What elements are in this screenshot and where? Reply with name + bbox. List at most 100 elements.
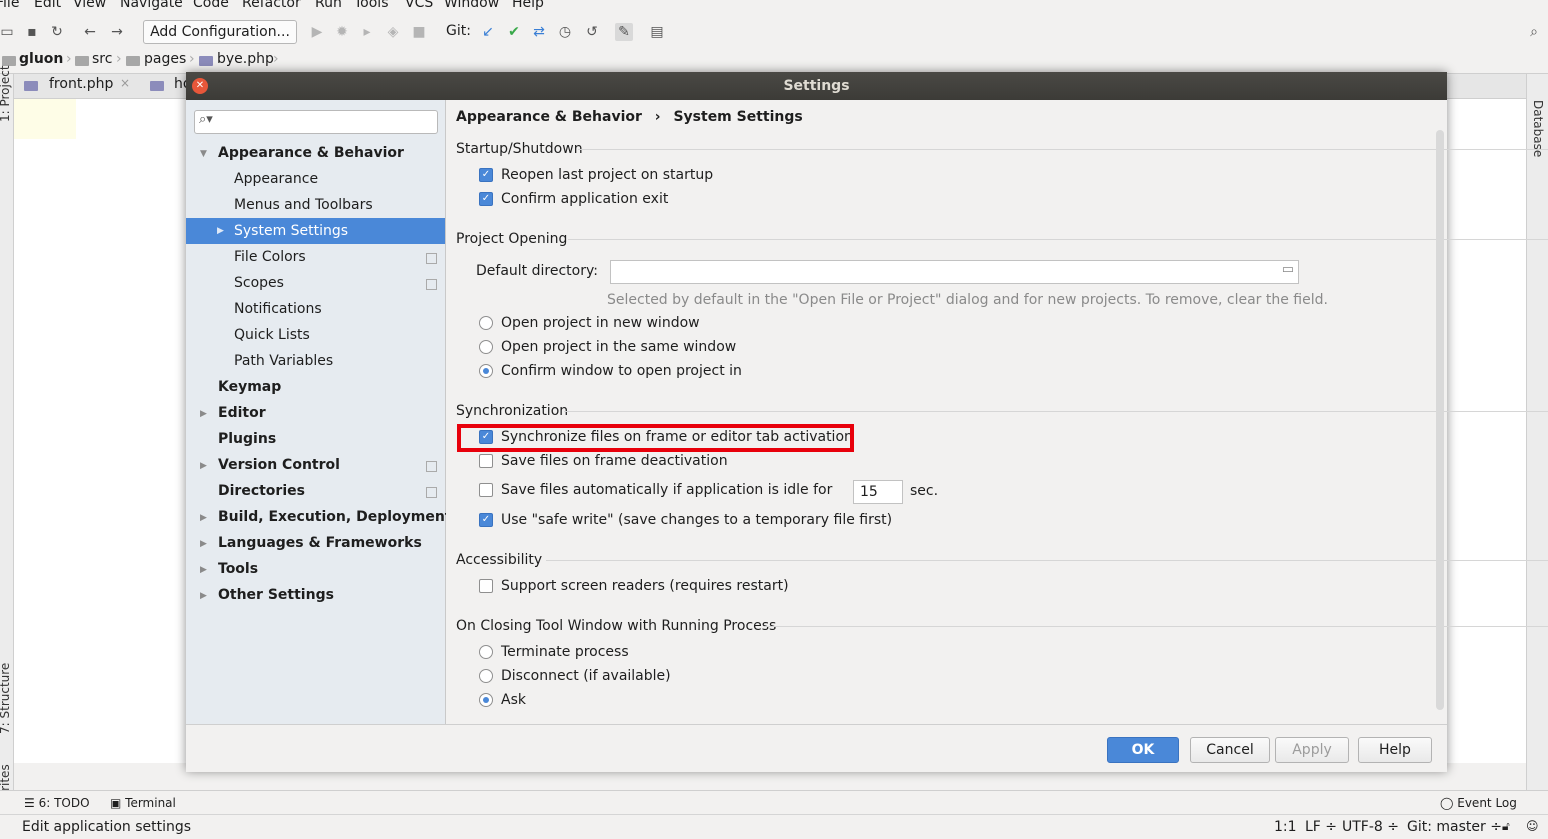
menu-file[interactable]: File (0, 0, 19, 11)
tree-keymap[interactable]: Keymap (186, 374, 445, 400)
menu-tools[interactable]: Tools (354, 0, 389, 11)
settings-search-input[interactable]: ⌕▾ (194, 110, 438, 134)
content-scrollbar[interactable] (1436, 130, 1444, 710)
tree-quick-lists[interactable]: Quick Lists (186, 322, 445, 348)
structure-panel-tab[interactable]: 7: Structure (0, 663, 12, 734)
back-icon[interactable]: ← (81, 23, 99, 41)
ask-label: Ask (501, 692, 526, 708)
lock-icon[interactable]: 🔓︎ (1502, 819, 1510, 834)
tree-path-variables[interactable]: Path Variables (186, 348, 445, 374)
checkbox-unchecked-icon (479, 483, 493, 497)
tree-other-settings[interactable]: Other Settings (186, 582, 445, 608)
close-icon[interactable]: × (120, 76, 130, 90)
breadcrumb-bye-php[interactable]: bye.php (217, 51, 274, 67)
add-configuration-button[interactable]: Add Configuration... (143, 20, 297, 44)
tree-system-settings[interactable]: ▶ System Settings (186, 218, 445, 244)
checkbox-checked-icon: ✓ (479, 192, 493, 206)
coverage-icon[interactable]: ▸ (358, 23, 376, 41)
project-panel-tab[interactable]: 1: Project (0, 65, 12, 122)
tree-languages-frameworks[interactable]: Languages & Frameworks (186, 530, 445, 556)
file-encoding[interactable]: UTF-8 ÷ (1342, 819, 1399, 835)
menu-help[interactable]: Help (512, 0, 544, 11)
todo-tab[interactable]: ☰ 6: TODO (24, 796, 90, 810)
debug-icon[interactable]: ✹ (333, 23, 351, 41)
checkbox-unchecked-icon (479, 579, 493, 593)
save-icon[interactable]: ▪ (23, 23, 41, 41)
editor-tab-front-php[interactable]: front.php (49, 76, 113, 92)
breadcrumb: gluon › src › pages › bye.php › (0, 47, 1548, 74)
tree-appearance-behavior[interactable]: Appearance & Behavior (186, 140, 445, 166)
stop-icon[interactable]: ■ (410, 23, 428, 41)
profile-icon[interactable]: ◈ (384, 23, 402, 41)
idle-seconds-input[interactable]: 15 (853, 480, 903, 504)
collapsed-arrow-icon[interactable]: ▶ (217, 218, 224, 244)
menu-view[interactable]: View (73, 0, 106, 11)
save-on-deactivation-label: Save files on frame deactivation (501, 453, 728, 469)
radio-unchecked-icon (479, 316, 493, 330)
tree-tools[interactable]: Tools (186, 556, 445, 582)
status-message: Edit application settings (22, 819, 192, 835)
default-directory-hint: Selected by default in the "Open File or… (607, 292, 1328, 308)
default-directory-input[interactable]: ▭ (610, 260, 1299, 284)
left-tool-strip: 1: Project 7: Structure 2: Favorites (0, 65, 14, 834)
content-breadcrumb-current: System Settings (673, 109, 803, 125)
tree-appearance[interactable]: Appearance (186, 166, 445, 192)
git-branch[interactable]: Git: master ÷ (1407, 819, 1502, 835)
folder-icon (75, 56, 89, 66)
menu-code[interactable]: Code (193, 0, 229, 11)
apply-button[interactable]: Apply (1275, 737, 1349, 763)
history-icon[interactable]: ◷ (556, 23, 574, 41)
tree-file-colors[interactable]: File Colors (186, 244, 445, 270)
open-same-window-label: Open project in the same window (501, 339, 737, 355)
tool-window-bar: ☰ 6: TODO ▣ Terminal ◯ Event Log (0, 790, 1548, 815)
forward-icon[interactable]: → (108, 23, 126, 41)
menu-run[interactable]: Run (315, 0, 342, 11)
tree-editor[interactable]: Editor (186, 400, 445, 426)
content-breadcrumb-parent[interactable]: Appearance & Behavior (456, 109, 642, 125)
project-level-icon (426, 253, 437, 264)
menu-edit[interactable]: Edit (34, 0, 61, 11)
tree-plugins[interactable]: Plugins (186, 426, 445, 452)
revert-icon[interactable]: ↺ (583, 23, 601, 41)
compare-icon[interactable]: ⇄ (530, 23, 548, 41)
browse-folder-icon[interactable]: ▭ (1282, 262, 1294, 277)
breadcrumb-pages[interactable]: pages (144, 51, 186, 67)
update-icon[interactable]: ↙ (479, 23, 497, 41)
menu-refactor[interactable]: Refactor (242, 0, 301, 11)
main-toolbar: ▭ ▪ ↻ ← → Add Configuration... ▶ ✹ ▸ ◈ ■… (0, 17, 1548, 48)
sync-icon[interactable]: ↻ (48, 23, 66, 41)
default-directory-label: Default directory: (476, 263, 598, 279)
tree-directories[interactable]: Directories (186, 478, 445, 504)
content-breadcrumb-separator: › (654, 109, 661, 125)
editor-gutter (14, 99, 76, 139)
tree-build-execution-deployment[interactable]: Build, Execution, Deployment (186, 504, 452, 530)
breadcrumb-src[interactable]: src (92, 51, 112, 67)
settings-dialog: ✕ Settings ⌕▾ ▼ Appearance & Behavior Ap… (186, 72, 1548, 772)
tree-system-settings-label: System Settings (234, 223, 349, 239)
tree-menus-toolbars[interactable]: Menus and Toolbars (186, 192, 445, 218)
breadcrumb-gluon[interactable]: gluon (19, 51, 63, 67)
ok-button[interactable]: OK (1107, 737, 1179, 763)
tree-notifications[interactable]: Notifications (186, 296, 445, 322)
commit-icon[interactable]: ✔ (505, 23, 523, 41)
structure-icon[interactable]: ▤ (648, 23, 666, 41)
terminate-process-label: Terminate process (501, 644, 629, 660)
cancel-button[interactable]: Cancel (1190, 737, 1270, 763)
menu-navigate[interactable]: Navigate (120, 0, 183, 11)
caret-position[interactable]: 1:1 (1274, 819, 1297, 835)
tree-version-control[interactable]: Version Control (186, 452, 445, 478)
menu-window[interactable]: Window (444, 0, 499, 11)
settings-wrench-icon[interactable]: ✎ (615, 23, 633, 41)
help-button[interactable]: Help (1358, 737, 1432, 763)
menu-vcs[interactable]: VCS (405, 0, 433, 11)
search-icon[interactable]: ⌕ (1525, 23, 1543, 41)
tree-scopes[interactable]: Scopes (186, 270, 445, 296)
screen-readers-label: Support screen readers (requires restart… (501, 578, 789, 594)
content-breadcrumb: Appearance & Behavior › System Settings (456, 109, 803, 125)
open-icon[interactable]: ▭ (0, 23, 16, 41)
run-icon[interactable]: ▶ (308, 23, 326, 41)
inspector-icon[interactable]: ☺ (1526, 819, 1539, 833)
event-log-tab[interactable]: ◯ Event Log (1440, 796, 1517, 810)
line-separator[interactable]: LF ÷ (1305, 819, 1337, 835)
terminal-tab[interactable]: ▣ Terminal (110, 796, 176, 810)
